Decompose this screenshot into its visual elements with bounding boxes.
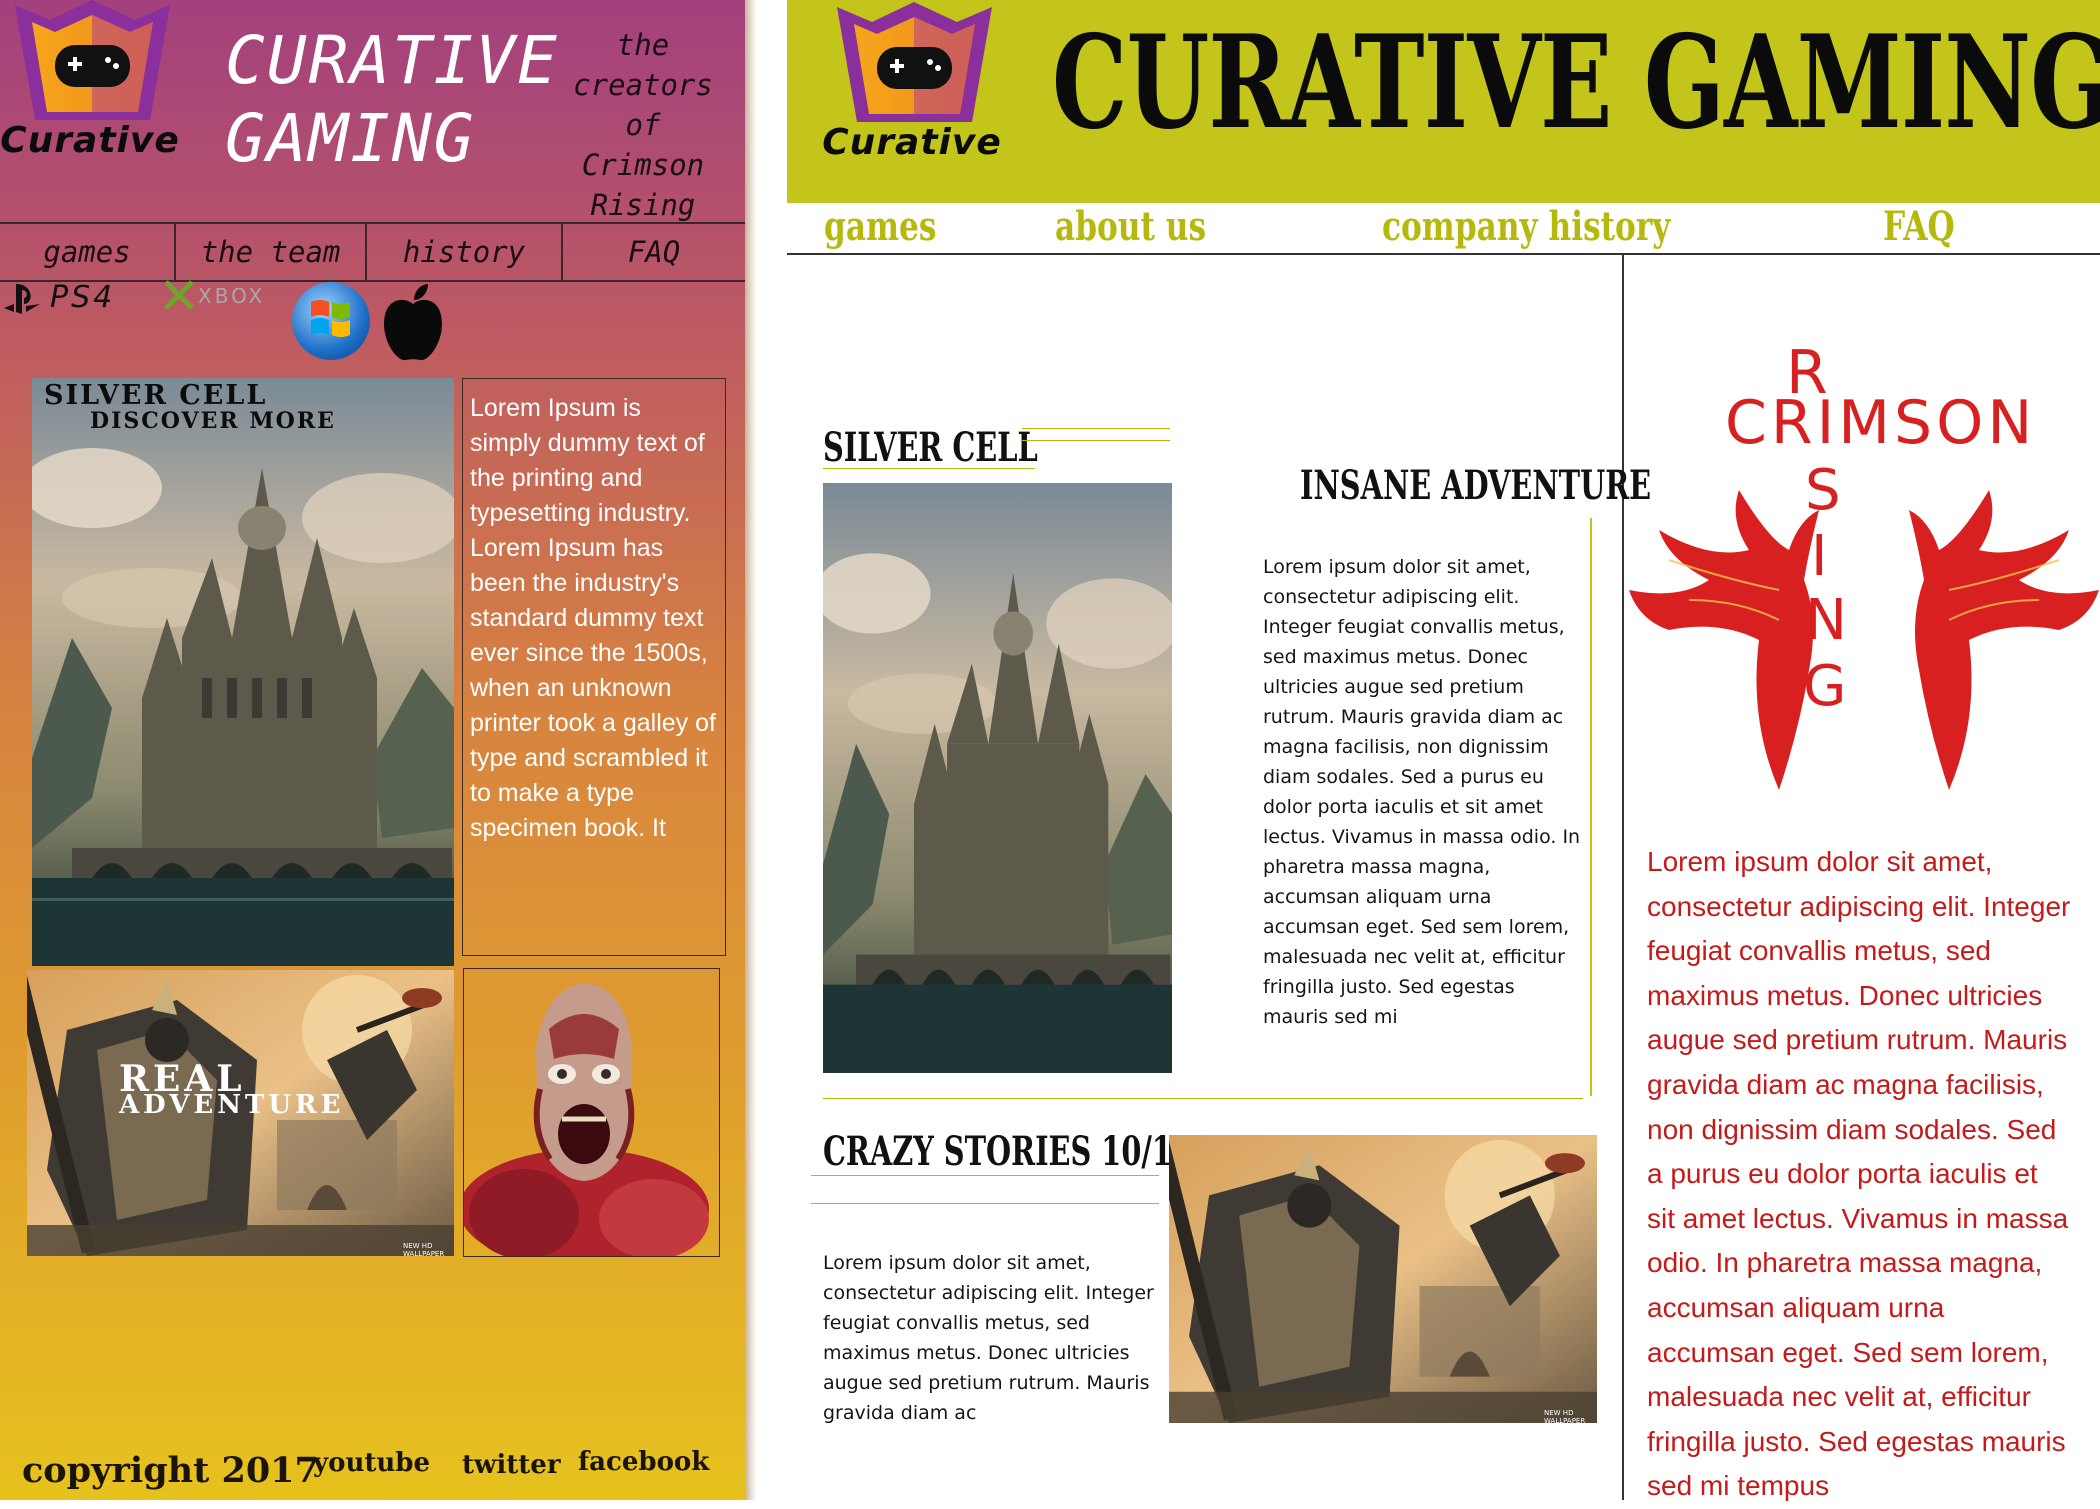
- nav-item-about-us[interactable]: about us: [1055, 203, 1206, 250]
- tagline-line: Crimson: [581, 148, 705, 182]
- site-title: CURATIVE GAMING: [1052, 8, 2100, 158]
- article2-heading: CRAZY STORIES 10/10: [823, 1128, 1192, 1175]
- main-nav: games about us company history FAQ: [787, 203, 2100, 255]
- featured-description: Lorem Ipsum is simply dummy text of the …: [462, 378, 726, 956]
- heading-rule: [823, 468, 1035, 469]
- xbox-x-icon: [164, 280, 194, 310]
- nav-item-company-history[interactable]: company history: [1382, 203, 1670, 250]
- warrior-artwork: [1169, 1135, 1597, 1423]
- crimson-rising-logo[interactable]: R CRIMSON S I N G: [1629, 338, 2099, 820]
- banner2-subtitle: ADVENTURE: [119, 1090, 345, 1120]
- windows-platform[interactable]: [292, 282, 370, 360]
- phoenix-icon: [1629, 490, 2099, 790]
- tagline: the creators of Crimson Rising: [548, 25, 738, 225]
- article1-text: Lorem ipsum dolor sit amet, consectetur …: [1263, 556, 1581, 1028]
- logo-letter: S: [1805, 458, 1841, 523]
- main-nav: games the team history FAQ: [0, 222, 745, 282]
- paper-edge-divider: [745, 0, 757, 1500]
- castle-artwork: [32, 378, 454, 966]
- apple-icon[interactable]: [380, 282, 446, 362]
- heading-rule: [811, 1175, 1159, 1176]
- tagline-line: Rising: [590, 188, 696, 222]
- zombie-artwork: [459, 983, 709, 1269]
- footer-link-youtube[interactable]: youtube: [313, 1448, 430, 1478]
- logo-letter: G: [1803, 654, 1847, 719]
- tagline-line: creators of: [573, 68, 713, 142]
- footer-link-twitter[interactable]: twitter: [462, 1450, 561, 1480]
- article1-subheading: INSANE ADVENTURE: [1300, 462, 1652, 509]
- nav-item-history[interactable]: history: [367, 224, 563, 280]
- featured-text: Lorem Ipsum is simply dummy text of the …: [470, 394, 716, 842]
- site-title-line2: GAMING: [225, 100, 476, 177]
- curative-logo[interactable]: Curative: [0, 0, 180, 165]
- wallpaper-watermark: NEW HD WALLPAPER: [1544, 1409, 1586, 1423]
- footer-link-facebook[interactable]: facebook: [578, 1447, 709, 1477]
- nav-item-faq[interactable]: FAQ: [563, 224, 745, 280]
- heading-rule: [1022, 440, 1170, 441]
- silver-cell-banner[interactable]: SILVER CELL DISCOVER MORE: [32, 378, 454, 966]
- logo-letter: N: [1805, 588, 1847, 653]
- nav-item-games[interactable]: games: [0, 224, 177, 280]
- heading-rule: [811, 1203, 1159, 1204]
- article1-heading: SILVER CELL: [823, 424, 1038, 471]
- windows-logo-icon: [311, 300, 350, 337]
- banner-title: SILVER CELL: [44, 380, 268, 411]
- sidebar-text: Lorem ipsum dolor sit amet, consectetur …: [1647, 846, 2071, 1502]
- site-title-line1: CURATIVE: [225, 22, 559, 99]
- logo-letter: I: [1811, 524, 1828, 589]
- desktop-mockup: Curative CURATIVE GAMING games about us …: [787, 0, 2100, 1501]
- nav-item-faq[interactable]: FAQ: [1883, 203, 1955, 250]
- tagline-line: the: [616, 28, 670, 62]
- section-rule: [823, 1098, 1583, 1099]
- logo-word-crimson: CRIMSON: [1725, 388, 2037, 458]
- crazy-stories-image[interactable]: NEW HD WALLPAPER: [1169, 1135, 1597, 1423]
- logo-wordmark: Curative: [0, 120, 180, 161]
- heading-rule: [1022, 428, 1170, 429]
- article2-text: Lorem ipsum dolor sit amet, consectetur …: [823, 1252, 1154, 1424]
- silver-cell-image[interactable]: [823, 483, 1172, 1073]
- playstation-icon: [4, 284, 40, 314]
- zombie-card[interactable]: [459, 968, 720, 1269]
- real-adventure-banner[interactable]: REAL ADVENTURE NEW HD WALLPAPER: [27, 970, 454, 1256]
- curative-logo[interactable]: Curative: [822, 2, 1002, 167]
- column-rule: [1590, 518, 1592, 1096]
- xbox-platform[interactable]: XBOX: [160, 280, 285, 350]
- copyright: copyright 2017: [22, 1450, 319, 1491]
- column-divider: [1622, 253, 1624, 1500]
- xbox-label: XBOX: [198, 284, 266, 308]
- ps4-platform[interactable]: PS4: [0, 280, 160, 350]
- site-title: CURATIVE GAMING: [225, 22, 559, 178]
- logo-wordmark: Curative: [822, 122, 1002, 163]
- banner-subtitle: DISCOVER MORE: [90, 408, 336, 434]
- castle-artwork: [823, 483, 1172, 1073]
- ps4-label: PS4: [50, 280, 116, 315]
- wallpaper-watermark: NEW HD WALLPAPER: [403, 1242, 445, 1256]
- nav-item-games[interactable]: games: [824, 203, 936, 250]
- logo-shield-icon: [837, 2, 992, 122]
- logo-shield-icon: [15, 0, 170, 120]
- mobile-mockup: Curative CURATIVE GAMING the creators of…: [0, 0, 745, 1500]
- nav-item-the-team[interactable]: the team: [176, 224, 368, 280]
